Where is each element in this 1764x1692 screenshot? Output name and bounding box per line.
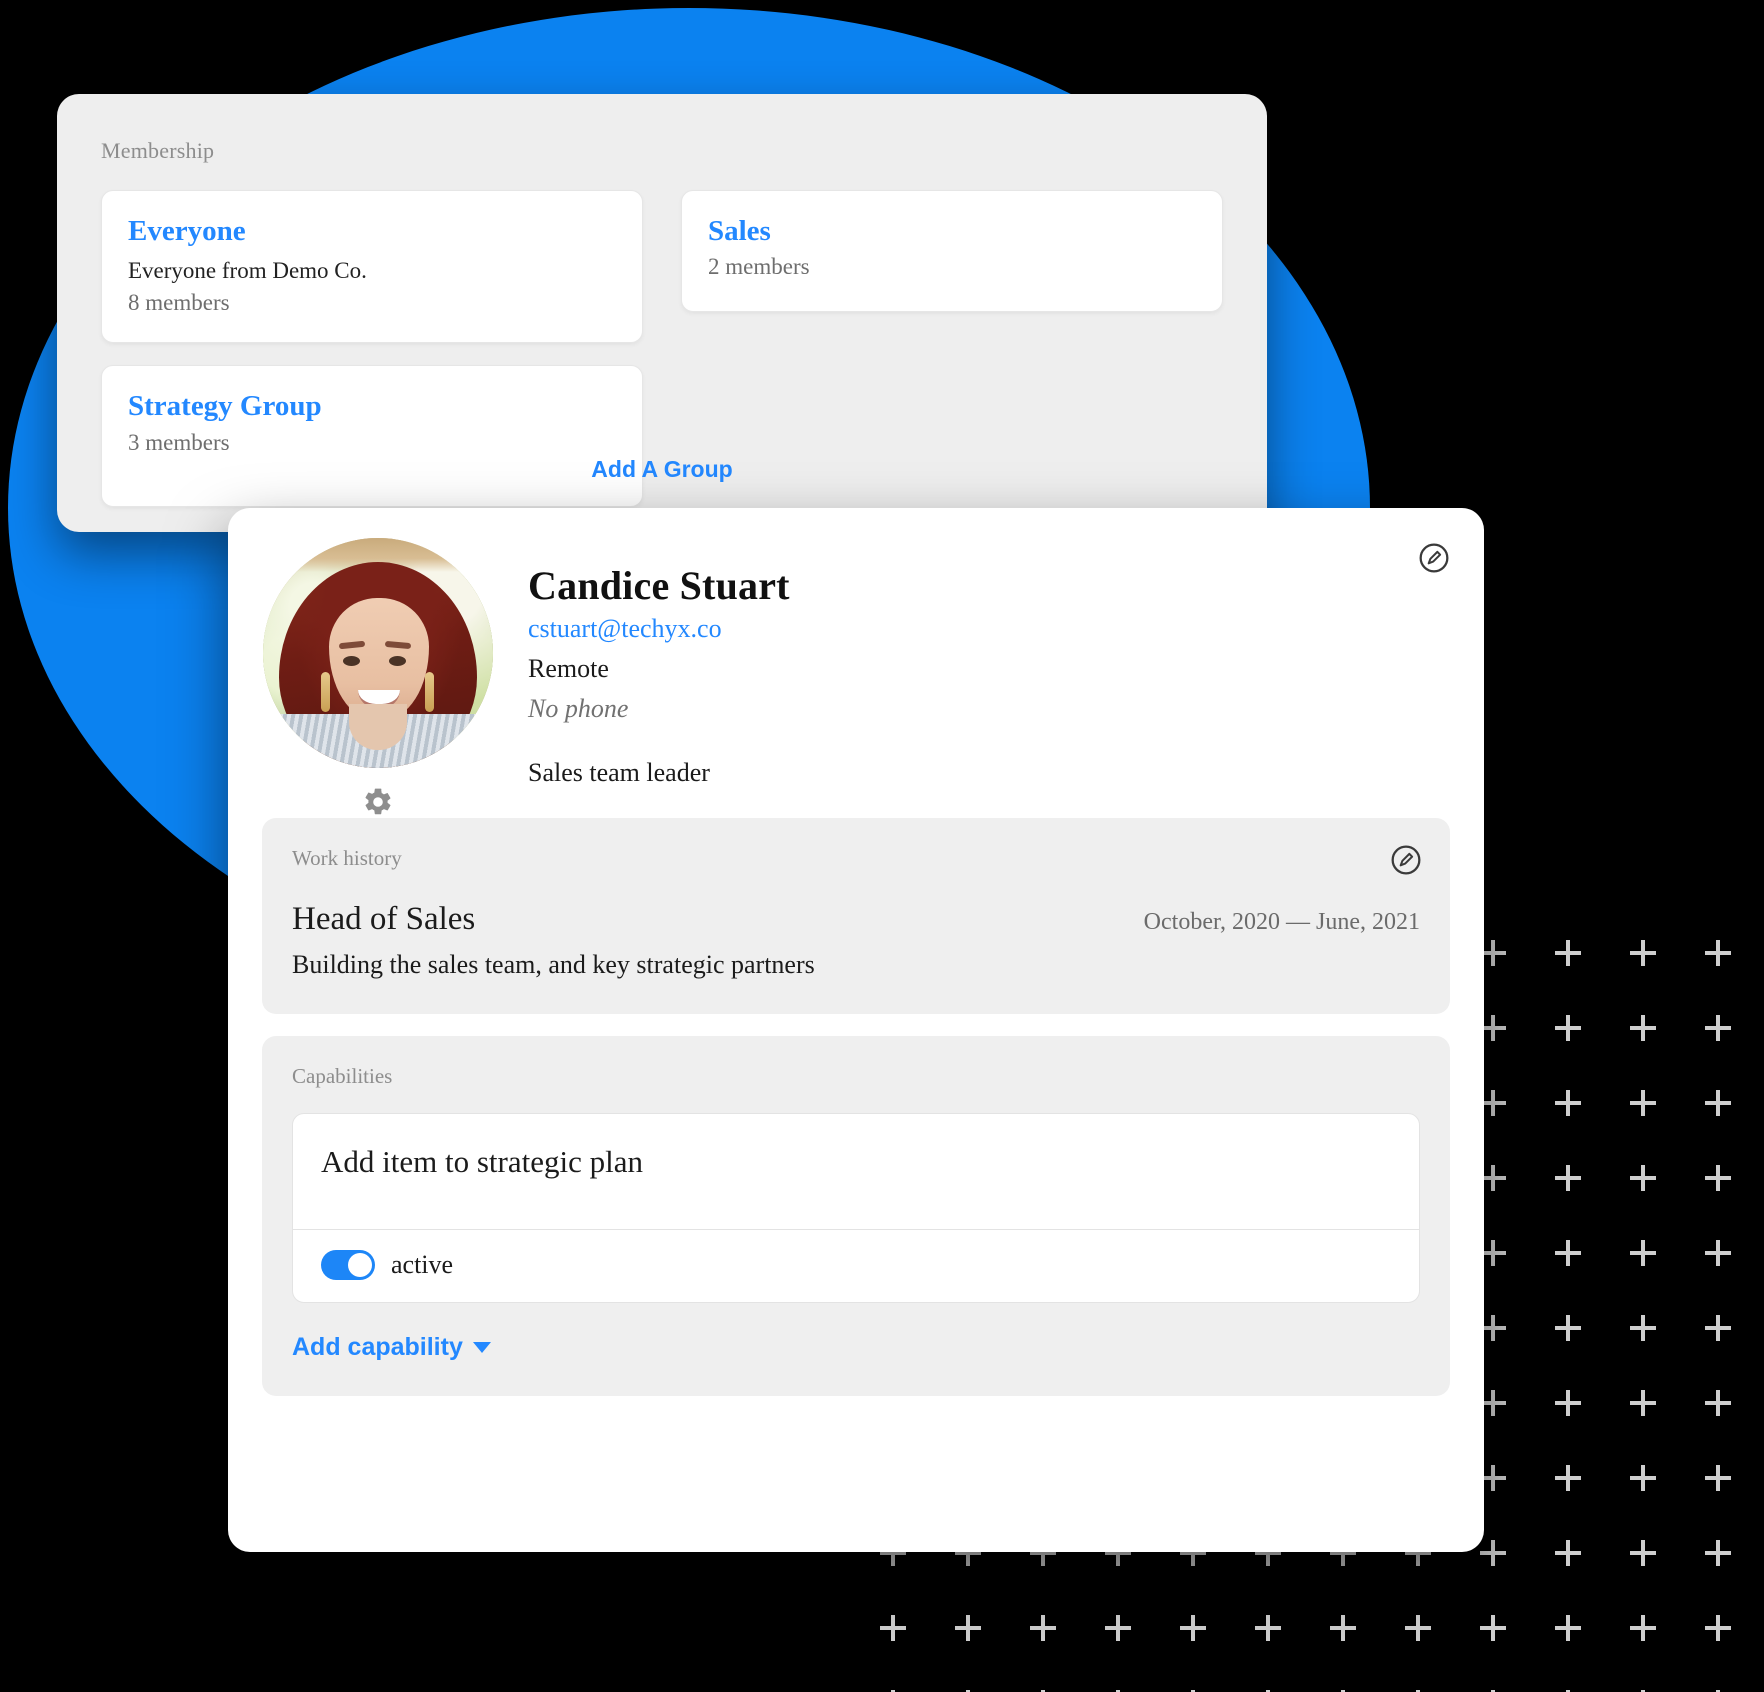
page-title: Candice Stuart — [528, 563, 790, 608]
group-name[interactable]: Strategy Group — [128, 390, 616, 423]
work-history-label: Work history — [292, 846, 402, 870]
plus-mark-icon — [1705, 1090, 1731, 1116]
toggle-knob — [348, 1253, 372, 1277]
plus-mark-icon — [1405, 1615, 1431, 1641]
plus-mark-icon — [1705, 1540, 1731, 1566]
plus-mark-icon — [1180, 1615, 1206, 1641]
plus-mark-icon — [1705, 1015, 1731, 1041]
group-card-everyone[interactable]: Everyone Everyone from Demo Co. 8 member… — [101, 190, 643, 344]
plus-mark-icon — [1630, 1540, 1656, 1566]
membership-panel: Membership Everyone Everyone from Demo C… — [57, 94, 1267, 532]
plus-mark-icon — [1705, 1615, 1731, 1641]
work-dates: October, 2020 — June, 2021 — [1143, 909, 1420, 935]
plus-mark-icon — [1705, 1240, 1731, 1266]
page-root: Membership Everyone Everyone from Demo C… — [0, 0, 1764, 1692]
plus-mark-icon — [1630, 1315, 1656, 1341]
plus-mark-icon — [1705, 1390, 1731, 1416]
plus-mark-icon — [1555, 1540, 1581, 1566]
plus-mark-icon — [1555, 1240, 1581, 1266]
plus-mark-icon — [1630, 1090, 1656, 1116]
plus-mark-icon — [1105, 1615, 1131, 1641]
plus-mark-icon — [1555, 1615, 1581, 1641]
group-name[interactable]: Everyone — [128, 215, 616, 248]
profile-card: Candice Stuart cstuart@techyx.co Remote … — [228, 508, 1484, 1552]
plus-mark-icon — [1705, 940, 1731, 966]
capability-item[interactable]: Add item to strategic plan active — [292, 1113, 1420, 1303]
plus-mark-icon — [1555, 1165, 1581, 1191]
add-capability-label: Add capability — [292, 1333, 463, 1361]
plus-mark-icon — [1555, 1315, 1581, 1341]
plus-mark-icon — [1330, 1615, 1356, 1641]
edit-pencil-circle-icon[interactable] — [1418, 542, 1450, 574]
role-text: Sales team leader — [528, 758, 710, 787]
edit-pencil-circle-icon[interactable] — [1390, 844, 1422, 876]
plus-mark-icon — [1030, 1615, 1056, 1641]
capability-toggle-row: active — [293, 1230, 1419, 1302]
location-text: Remote — [528, 654, 609, 683]
identity-block: Candice Stuart cstuart@techyx.co Remote … — [528, 538, 1450, 818]
work-history-section: Work history Head of Sales October, 2020… — [262, 818, 1450, 1014]
avatar-column — [262, 538, 494, 818]
capabilities-section: Capabilities Add item to strategic plan … — [262, 1036, 1450, 1396]
group-member-count: 2 members — [708, 254, 810, 280]
avatar — [263, 538, 493, 768]
email-link[interactable]: cstuart@techyx.co — [528, 614, 1450, 644]
caret-down-icon — [472, 1342, 491, 1353]
group-member-count: 8 members — [128, 290, 230, 316]
group-card-strategy-group[interactable]: Strategy Group 3 members — [101, 365, 643, 508]
plus-mark-icon — [1705, 1165, 1731, 1191]
plus-mark-icon — [1705, 1315, 1731, 1341]
plus-mark-icon — [1705, 1465, 1731, 1491]
plus-mark-icon — [880, 1615, 906, 1641]
plus-mark-icon — [1555, 940, 1581, 966]
capability-text[interactable]: Add item to strategic plan — [293, 1114, 1419, 1230]
gear-icon[interactable] — [362, 786, 394, 818]
group-description: Everyone from Demo Co. — [128, 258, 367, 284]
add-capability-button[interactable]: Add capability — [292, 1333, 491, 1362]
group-name[interactable]: Sales — [708, 215, 1196, 248]
add-group-link[interactable]: Add A Group — [591, 456, 732, 483]
work-history-entry: Head of Sales October, 2020 — June, 2021 — [292, 901, 1420, 938]
plus-mark-icon — [1630, 940, 1656, 966]
toggle-label: active — [391, 1250, 454, 1279]
plus-mark-icon — [1555, 1090, 1581, 1116]
profile-header: Candice Stuart cstuart@techyx.co Remote … — [228, 508, 1484, 818]
phone-text: No phone — [528, 694, 629, 723]
plus-mark-icon — [1480, 1540, 1506, 1566]
plus-mark-icon — [1630, 1015, 1656, 1041]
group-member-count: 3 members — [128, 429, 230, 455]
active-toggle[interactable] — [321, 1250, 375, 1280]
plus-mark-icon — [955, 1615, 981, 1641]
plus-mark-icon — [1630, 1240, 1656, 1266]
plus-mark-icon — [1555, 1465, 1581, 1491]
group-card-sales[interactable]: Sales 2 members — [681, 190, 1223, 312]
plus-mark-icon — [1630, 1615, 1656, 1641]
plus-mark-icon — [1255, 1615, 1281, 1641]
membership-label: Membership — [101, 138, 215, 163]
plus-mark-icon — [1480, 1615, 1506, 1641]
work-description: Building the sales team, and key strateg… — [292, 950, 815, 979]
plus-mark-icon — [1630, 1390, 1656, 1416]
plus-mark-icon — [1630, 1465, 1656, 1491]
plus-mark-icon — [1555, 1390, 1581, 1416]
plus-mark-icon — [1555, 1015, 1581, 1041]
capabilities-label: Capabilities — [292, 1064, 393, 1088]
plus-mark-icon — [1630, 1165, 1656, 1191]
work-title: Head of Sales — [292, 901, 476, 937]
add-group-row: Add A Group — [57, 456, 1267, 483]
